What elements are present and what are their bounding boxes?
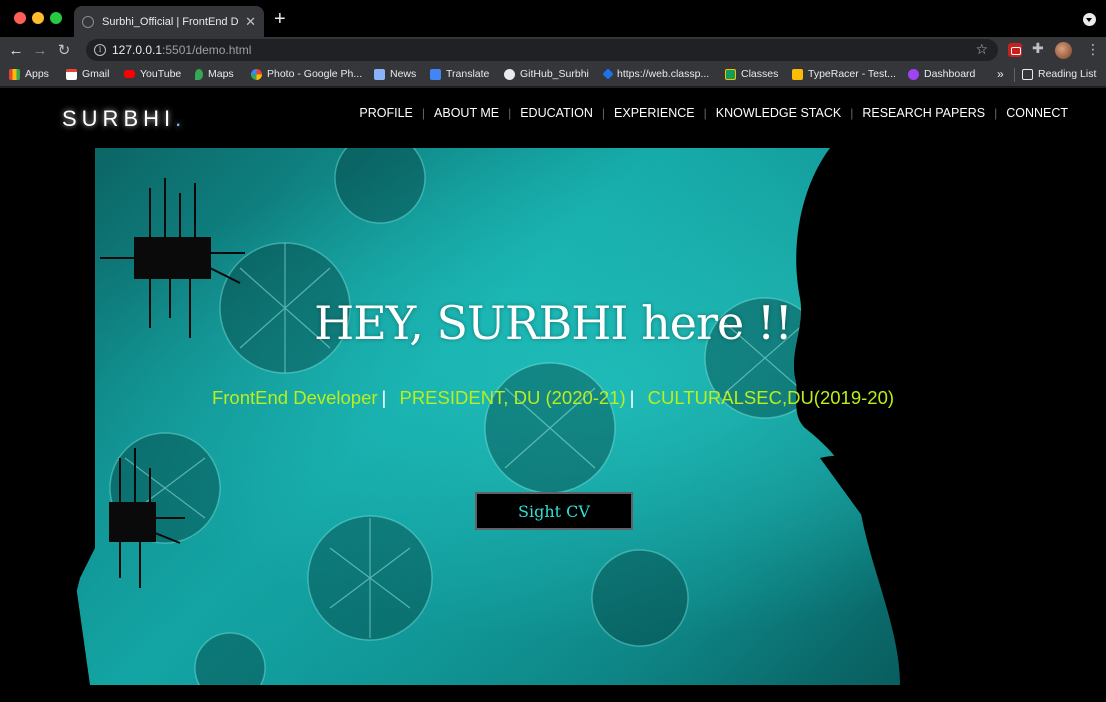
bookmarks-bar: Apps Gmail YouTube Maps Photo - Google P… bbox=[0, 63, 1106, 87]
bookmark-label: Gmail bbox=[82, 68, 110, 80]
nav-knowledge-stack[interactable]: KNOWLEDGE STACK bbox=[716, 106, 841, 120]
tab-title: Surbhi_Official | FrontEnd Developer bbox=[102, 15, 239, 28]
nav-separator: | bbox=[850, 106, 854, 120]
hero-title: HEY, SURBHI here !! bbox=[314, 296, 793, 350]
classroom-icon bbox=[725, 68, 736, 80]
bookmark-translate[interactable]: Translate bbox=[430, 68, 489, 80]
window-close-button[interactable] bbox=[14, 12, 26, 24]
bookmark-news[interactable]: News bbox=[374, 68, 416, 80]
hero-roles: FrontEnd Developer | PRESIDENT, DU (2020-… bbox=[0, 387, 1106, 409]
sight-cv-button[interactable]: Sight CV bbox=[475, 492, 633, 530]
extensions-puzzle-icon[interactable]: ✚ bbox=[1032, 40, 1044, 57]
more-menu-icon[interactable]: ⋮ bbox=[1086, 41, 1100, 58]
github-icon bbox=[504, 68, 515, 80]
close-icon[interactable]: ✕ bbox=[245, 14, 256, 30]
logo-text: SURBHI bbox=[62, 106, 176, 131]
bookmark-typeracer[interactable]: TypeRacer - Test... bbox=[792, 68, 896, 80]
profile-avatar[interactable] bbox=[1055, 42, 1072, 59]
nav-research-papers[interactable]: RESEARCH PAPERS bbox=[862, 106, 985, 120]
window-maximize-button[interactable] bbox=[50, 12, 62, 24]
nav-profile[interactable]: PROFILE bbox=[359, 106, 413, 120]
nav-separator: | bbox=[703, 106, 707, 120]
reading-list-label: Reading List bbox=[1038, 68, 1097, 80]
window-minimize-button[interactable] bbox=[32, 12, 44, 24]
bookmark-github[interactable]: GitHub_Surbhi bbox=[504, 68, 589, 80]
news-icon bbox=[374, 68, 385, 80]
page-footer-strip bbox=[0, 685, 1106, 702]
role-cultural-sec: CULTURALSEC,DU(2019-20) bbox=[647, 387, 895, 408]
bookmark-classes[interactable]: Classes bbox=[725, 68, 778, 80]
nav-experience[interactable]: EXPERIENCE bbox=[614, 106, 695, 120]
bookmark-star-icon[interactable]: ☆ bbox=[975, 41, 988, 58]
forward-arrow-icon[interactable]: → bbox=[28, 42, 52, 59]
site-logo[interactable]: SURBHI. bbox=[62, 106, 181, 132]
bookmark-label: https://web.classp... bbox=[617, 68, 710, 80]
bookmark-maps[interactable]: Maps bbox=[195, 68, 234, 80]
tab-search-icon[interactable] bbox=[1083, 13, 1096, 26]
bookmark-youtube[interactable]: YouTube bbox=[124, 68, 181, 80]
browser-window: Surbhi_Official | FrontEnd Developer ✕ +… bbox=[0, 0, 1106, 702]
page-viewport: SURBHI. PROFILE | ABOUT ME | EDUCATION |… bbox=[0, 88, 1106, 702]
nav-separator: | bbox=[994, 106, 998, 120]
bookmark-apps[interactable]: Apps bbox=[9, 68, 49, 80]
nav-separator: | bbox=[421, 106, 426, 120]
tab-strip: Surbhi_Official | FrontEnd Developer ✕ + bbox=[0, 0, 1106, 37]
reading-list-icon bbox=[1022, 68, 1033, 80]
site-nav-menu: PROFILE | ABOUT ME | EDUCATION | EXPERIE… bbox=[359, 106, 1068, 120]
bookmark-label: Dashboard bbox=[924, 68, 976, 80]
new-tab-button[interactable]: + bbox=[274, 9, 286, 29]
bookmark-label: Classes bbox=[741, 68, 779, 80]
hero-background-art bbox=[0, 148, 1106, 685]
url-text: 127.0.0.1:5501/demo.html bbox=[112, 43, 251, 57]
bookmark-label: News bbox=[390, 68, 417, 80]
extension-icon[interactable] bbox=[1008, 43, 1022, 57]
nav-about-me[interactable]: ABOUT ME bbox=[434, 106, 499, 120]
browser-toolbar: ← → ↻ i 127.0.0.1:5501/demo.html ☆ ✚ ⋮ bbox=[0, 37, 1106, 63]
dashboard-icon bbox=[908, 68, 919, 80]
address-bar[interactable]: i 127.0.0.1:5501/demo.html ☆ bbox=[86, 39, 998, 61]
bookmark-classplus[interactable]: https://web.classp... bbox=[602, 68, 710, 80]
bookmark-label: Apps bbox=[25, 68, 49, 80]
bookmark-gmail[interactable]: Gmail bbox=[66, 68, 109, 80]
youtube-icon bbox=[124, 70, 135, 78]
nav-separator: | bbox=[508, 106, 512, 120]
maps-icon bbox=[195, 68, 203, 80]
bookmark-label: GitHub_Surbhi bbox=[520, 68, 589, 80]
bookmarks-divider bbox=[1014, 68, 1015, 82]
globe-icon bbox=[82, 15, 94, 28]
nav-separator: | bbox=[601, 106, 606, 120]
classplus-icon bbox=[602, 68, 614, 80]
bookmark-dashboard[interactable]: Dashboard bbox=[908, 68, 975, 80]
site-header: SURBHI. PROFILE | ABOUT ME | EDUCATION |… bbox=[0, 88, 1106, 148]
bookmark-label: TypeRacer - Test... bbox=[808, 68, 896, 80]
browser-tab-active[interactable]: Surbhi_Official | FrontEnd Developer ✕ bbox=[74, 6, 264, 37]
nav-education[interactable]: EDUCATION bbox=[520, 106, 593, 120]
reading-list-button[interactable]: Reading List bbox=[1022, 68, 1096, 80]
role-separator: | bbox=[629, 387, 635, 408]
google-photos-icon bbox=[251, 68, 262, 80]
role-separator: | bbox=[381, 387, 387, 408]
gmail-icon bbox=[66, 68, 77, 80]
bookmark-google-photos[interactable]: Photo - Google Ph... bbox=[251, 68, 362, 80]
back-arrow-icon[interactable]: ← bbox=[4, 42, 28, 59]
logo-dot: . bbox=[175, 106, 182, 131]
hero-section: HEY, SURBHI here !! FrontEnd Developer | … bbox=[0, 148, 1106, 685]
typeracer-icon bbox=[792, 68, 803, 80]
info-icon[interactable]: i bbox=[94, 44, 106, 56]
url-path: :5501/demo.html bbox=[162, 43, 252, 57]
translate-icon bbox=[430, 68, 441, 80]
bookmark-label: Maps bbox=[208, 68, 234, 80]
apps-grid-icon bbox=[9, 68, 20, 80]
bookmark-label: Translate bbox=[446, 68, 490, 80]
bookmark-label: Photo - Google Ph... bbox=[267, 68, 363, 80]
role-frontend-developer: FrontEnd Developer bbox=[211, 387, 378, 408]
nav-connect[interactable]: CONNECT bbox=[1006, 106, 1068, 120]
reload-icon[interactable]: ↻ bbox=[52, 41, 76, 59]
bookmarks-overflow-button[interactable]: » bbox=[997, 67, 1004, 81]
role-president: PRESIDENT, DU (2020-21) bbox=[399, 387, 626, 408]
bookmark-label: YouTube bbox=[140, 68, 182, 80]
url-host: 127.0.0.1 bbox=[112, 43, 163, 57]
